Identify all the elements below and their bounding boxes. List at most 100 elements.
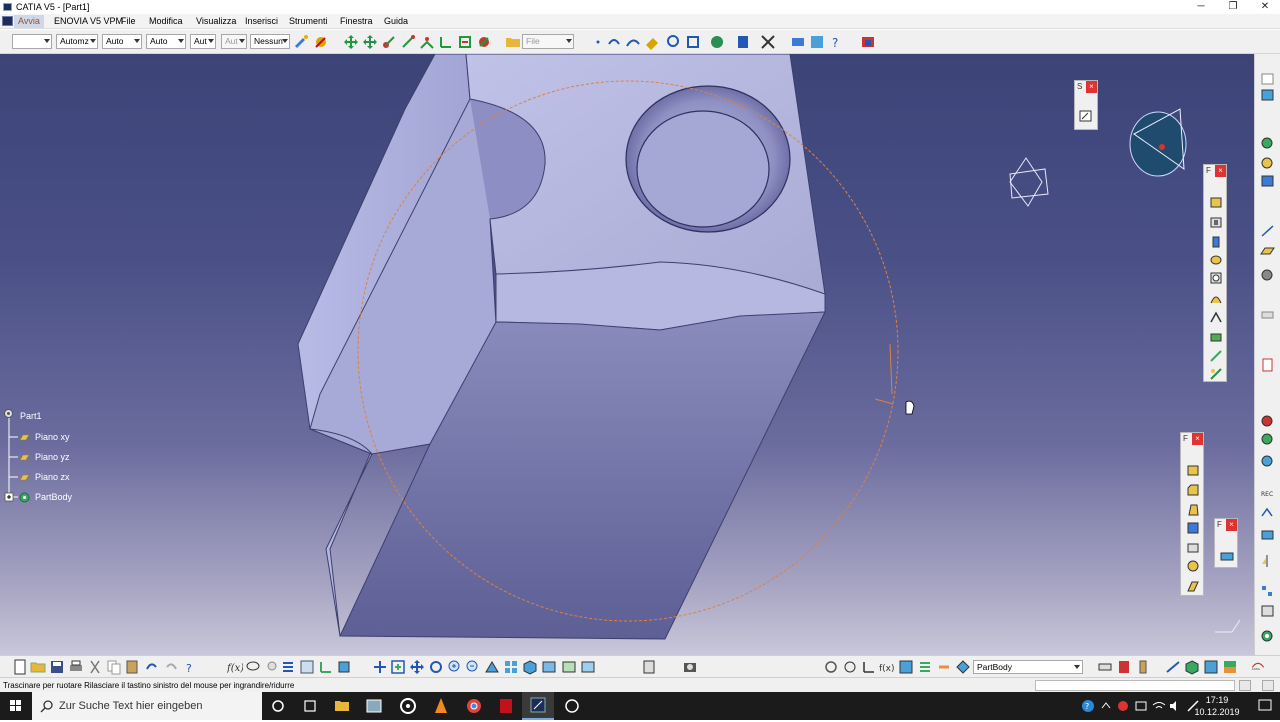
- point-type-combo[interactable]: Aut: [190, 34, 216, 49]
- zoom-out-icon[interactable]: [465, 659, 481, 675]
- copy-icon[interactable]: [106, 659, 122, 675]
- parameter-icon[interactable]: [917, 659, 933, 675]
- normal-view-icon[interactable]: [484, 659, 500, 675]
- knowledge-icon[interactable]: [790, 34, 806, 50]
- axis-system-toolbar-icon[interactable]: [861, 659, 877, 675]
- command-input[interactable]: [1035, 680, 1235, 691]
- report-icon[interactable]: [1260, 358, 1275, 372]
- task-view-icon[interactable]: [294, 692, 326, 720]
- media-app-icon[interactable]: [392, 692, 424, 720]
- thread-icon[interactable]: [1186, 559, 1200, 573]
- fit-all-in-icon[interactable]: [390, 659, 406, 675]
- hide-icon[interactable]: [580, 659, 596, 675]
- settings-icon[interactable]: [1260, 268, 1275, 282]
- macro-icon[interactable]: [1260, 506, 1275, 520]
- stiffener-icon[interactable]: [1209, 329, 1223, 343]
- hide-show-icon[interactable]: [735, 34, 751, 50]
- zoom-area-icon[interactable]: [666, 34, 682, 50]
- hole-icon[interactable]: [1209, 271, 1223, 285]
- minimize-button[interactable]: ─: [1186, 0, 1216, 14]
- color-analysis-icon[interactable]: [1222, 659, 1238, 675]
- close-icon[interactable]: ×: [1192, 433, 1203, 445]
- color-combo[interactable]: [12, 34, 52, 49]
- measure-toolbar-icon[interactable]: [1097, 659, 1113, 675]
- analysis-toolbar-icon[interactable]: [1203, 659, 1219, 675]
- material-icon[interactable]: [1260, 414, 1275, 428]
- current-body-combo[interactable]: PartBody: [973, 660, 1083, 674]
- undo-rotation-icon[interactable]: [606, 34, 622, 50]
- fillet-icon[interactable]: [1186, 463, 1200, 477]
- whats-this-icon[interactable]: ?: [183, 659, 199, 675]
- windows-start-button[interactable]: [0, 692, 32, 720]
- menu-file[interactable]: File: [121, 16, 136, 26]
- chrome-icon[interactable]: [458, 692, 490, 720]
- maximize-button[interactable]: ❐: [1218, 0, 1248, 14]
- pad-icon[interactable]: [1209, 195, 1223, 209]
- menu-modifica[interactable]: Modifica: [149, 16, 183, 26]
- apply-material-side-icon[interactable]: [1260, 432, 1275, 446]
- publication-icon[interactable]: [336, 659, 352, 675]
- tree-node-partbody[interactable]: PartBody: [35, 492, 72, 502]
- rotate-icon[interactable]: [362, 34, 378, 50]
- list-icon[interactable]: [280, 659, 296, 675]
- status-toggle-2[interactable]: [1262, 680, 1274, 691]
- compass[interactable]: [1129, 108, 1187, 177]
- line-type-combo[interactable]: Auto: [146, 34, 186, 49]
- close-button[interactable]: ✕: [1250, 0, 1280, 14]
- tree-expand-icon[interactable]: [299, 659, 315, 675]
- undo-icon[interactable]: [143, 659, 159, 675]
- scroll-up-icon[interactable]: [1260, 72, 1275, 86]
- knowledge-toolbar-icon[interactable]: [936, 659, 952, 675]
- close-icon[interactable]: ×: [1226, 519, 1237, 531]
- bolt-icon[interactable]: [1135, 659, 1151, 675]
- 3d-viewport[interactable]: Part1 Piano xy Piano yz Piano zx PartBod…: [0, 54, 1254, 655]
- loft-icon[interactable]: [1209, 349, 1223, 363]
- pocket-icon[interactable]: [1209, 215, 1223, 229]
- shading-icon[interactable]: [541, 659, 557, 675]
- rendering-combo[interactable]: Nessun: [250, 34, 290, 49]
- pan-icon[interactable]: [343, 34, 359, 50]
- app-window-icon[interactable]: [358, 692, 390, 720]
- chamfer-icon[interactable]: [1186, 483, 1200, 497]
- settings-app-icon[interactable]: [556, 692, 588, 720]
- taskbar-search-box[interactable]: Zur Suche Text hier eingeben: [32, 692, 262, 720]
- comment-icon[interactable]: [245, 659, 261, 675]
- groove-icon[interactable]: [1209, 253, 1223, 267]
- part-geometry[interactable]: [0, 54, 1254, 655]
- new-icon[interactable]: [12, 659, 28, 675]
- table-icon[interactable]: [809, 34, 825, 50]
- formula-icon[interactable]: f(x): [227, 659, 243, 675]
- inertia-icon[interactable]: [1116, 659, 1132, 675]
- cortana-icon[interactable]: [262, 692, 294, 720]
- axis-icon[interactable]: [438, 34, 454, 50]
- remove-face-icon[interactable]: [1186, 579, 1200, 593]
- status-toggle-1[interactable]: [1239, 680, 1251, 691]
- catia-taskbar-icon[interactable]: [522, 692, 554, 720]
- line-thickness-combo[interactable]: Auto: [102, 34, 142, 49]
- shaft-icon[interactable]: [1209, 235, 1223, 249]
- thickness-icon[interactable]: [1186, 541, 1200, 555]
- menu-guida[interactable]: Guida: [384, 16, 408, 26]
- view-settings-icon[interactable]: [709, 34, 725, 50]
- compass-icon[interactable]: [400, 34, 416, 50]
- part-gear-icon[interactable]: [3, 408, 14, 419]
- swap-visible-icon[interactable]: [641, 659, 657, 675]
- close-icon[interactable]: ×: [1215, 165, 1226, 177]
- constraints-icon[interactable]: [457, 34, 473, 50]
- menu-avvia[interactable]: Avvia: [14, 15, 44, 28]
- point-icon[interactable]: [590, 34, 606, 50]
- open-folder-icon[interactable]: [505, 34, 521, 50]
- menu-visualizza[interactable]: Visualizza: [196, 16, 236, 26]
- tools-icon[interactable]: [1260, 174, 1275, 188]
- tree-node-part1[interactable]: Part1: [20, 411, 42, 421]
- properties-icon[interactable]: [313, 34, 329, 50]
- plane-icon[interactable]: [1260, 244, 1275, 258]
- painter-icon[interactable]: [293, 34, 309, 50]
- paste-icon[interactable]: [124, 659, 140, 675]
- scale-icon[interactable]: [1260, 604, 1275, 618]
- arc-icon[interactable]: [625, 34, 641, 50]
- rib-icon[interactable]: [1209, 291, 1223, 305]
- save-icon[interactable]: [49, 659, 65, 675]
- multi-view-icon[interactable]: [503, 659, 519, 675]
- remove-loft-icon[interactable]: [1209, 367, 1223, 381]
